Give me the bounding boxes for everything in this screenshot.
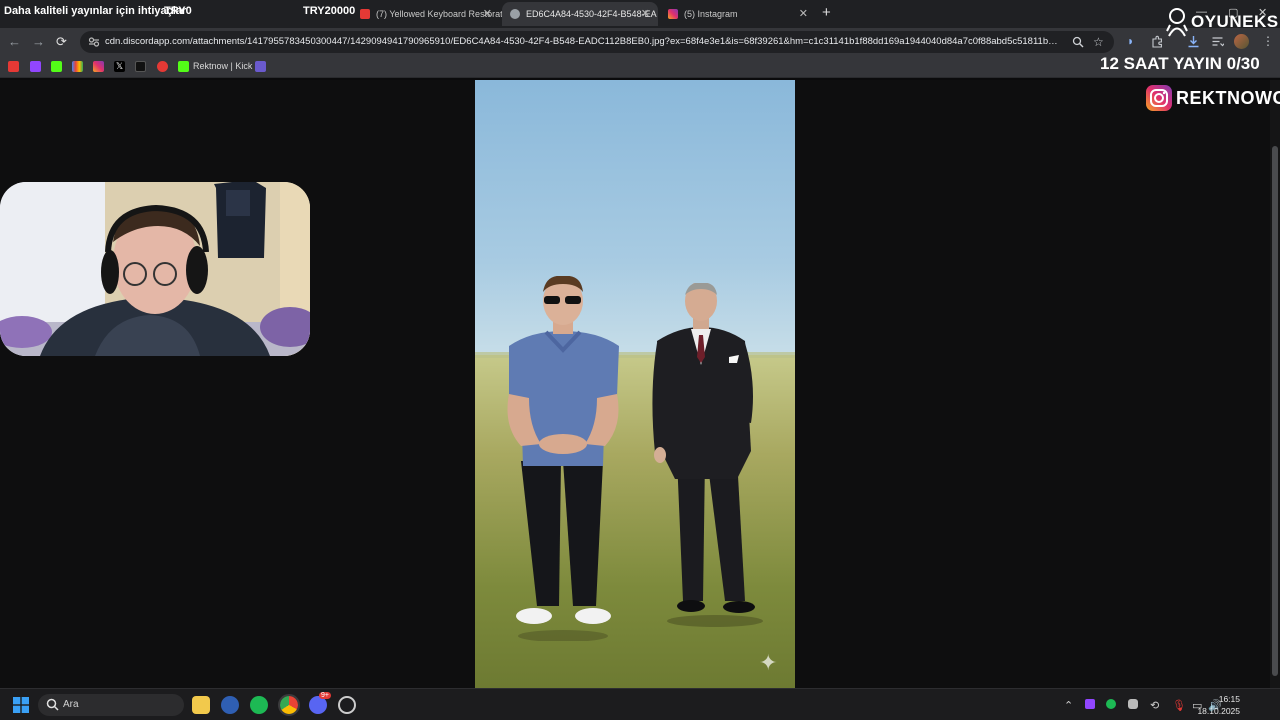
tab-image[interactable]: ED6C4A84-4530-42F4-B548-EA ✕: [502, 2, 658, 26]
windows-taskbar: Ara 9+ ⌃ ⟲ 🎙 ▭ 🔊 16:15 18.10.2025: [0, 688, 1280, 720]
overlay-ticker-amount: TRY0: [164, 5, 192, 17]
screen: { "overlay": { "ticker_1": "Daha kalitel…: [0, 0, 1280, 720]
zoom-icon[interactable]: [1072, 36, 1084, 48]
brand-name: OYUNEKS: [1191, 12, 1279, 31]
cast-icon[interactable]: ◗: [1127, 34, 1134, 48]
instagram-icon: [668, 9, 678, 19]
bookmark-rektnow-kick[interactable]: Rektnow | Kick: [193, 61, 252, 71]
file-explorer-icon[interactable]: [192, 696, 210, 714]
back-button[interactable]: ←: [8, 34, 21, 49]
youtube-icon[interactable]: [8, 61, 19, 72]
twitch-tray-icon[interactable]: [1085, 699, 1095, 709]
scrollbar[interactable]: [1270, 80, 1280, 688]
x-icon[interactable]: 𝕏: [114, 61, 125, 72]
purple-app-icon[interactable]: [255, 61, 266, 72]
tray-overflow-icon[interactable]: ⌃: [1064, 699, 1073, 712]
sparkle-icon: ✦: [759, 650, 778, 675]
overlay-ticker-goal: TRY20000: [303, 5, 356, 17]
youtube-icon: [360, 9, 370, 19]
extensions-icon[interactable]: [1151, 35, 1164, 48]
site-info-icon[interactable]: [88, 36, 100, 48]
tab-instagram[interactable]: (5) Instagram ✕: [660, 2, 816, 26]
discord-tray-icon[interactable]: [1128, 699, 1138, 709]
person-black-suit: [652, 283, 763, 627]
instagram-icon: [1146, 85, 1172, 111]
oyuneks-logo: OYUNEKS: [1166, 7, 1279, 37]
person-polo-shirt: [507, 276, 619, 641]
spotify-icon[interactable]: [250, 696, 268, 714]
chrome-icon[interactable]: [278, 694, 300, 716]
search-placeholder: Ara: [63, 699, 79, 710]
kick-icon[interactable]: [51, 61, 62, 72]
red-app-icon[interactable]: [157, 61, 168, 72]
tiktok-icon[interactable]: [135, 61, 146, 72]
scrollbar-thumb[interactable]: [1272, 146, 1278, 676]
close-icon[interactable]: ✕: [641, 7, 650, 20]
close-icon[interactable]: ✕: [799, 7, 808, 20]
stream-counter: 12 SAAT YAYIN 0/30: [1100, 54, 1260, 73]
settings-app-icon[interactable]: [221, 696, 239, 714]
address-bar[interactable]: cdn.discordapp.com/attachments/141795578…: [80, 31, 1114, 53]
reload-button[interactable]: ⟳: [56, 34, 67, 50]
clock-date[interactable]: 18.10.2025: [1180, 706, 1240, 716]
instagram-icon[interactable]: [93, 61, 104, 72]
tab-label: ED6C4A84-4530-42F4-B548-EA: [526, 9, 657, 19]
sync-icon[interactable]: ⟲: [1150, 699, 1159, 712]
taskbar-search[interactable]: Ara: [38, 694, 184, 716]
overlay-ticker-text: Daha kaliteli yayınlar için ihtiyaçlar: [4, 5, 187, 17]
notification-badge: 9+: [319, 692, 331, 699]
windows-start-icon[interactable]: [13, 697, 29, 713]
forward-button[interactable]: →: [32, 34, 45, 49]
mascot-icon: [1166, 8, 1188, 37]
tab-youtube[interactable]: (7) Yellowed Keyboard Restorat ✕: [352, 2, 503, 26]
spotify-tray-icon[interactable]: [1106, 699, 1116, 709]
kick-icon[interactable]: [178, 61, 189, 72]
gmail-icon[interactable]: [72, 61, 83, 72]
bookmarks-bar: 𝕏 Rektnow | Kick: [0, 56, 1280, 78]
webcam-feed: [0, 182, 310, 356]
twitch-icon[interactable]: [30, 61, 41, 72]
clock-time[interactable]: 16:15: [1180, 694, 1240, 704]
webcam-overlay: [0, 182, 310, 356]
instagram-handle: REKTNOWGI: [1176, 88, 1280, 108]
new-tab-button[interactable]: +: [822, 4, 831, 21]
globe-icon: [510, 9, 520, 19]
displayed-image[interactable]: ✦: [475, 80, 795, 688]
tab-strip: Daha kaliteli yayınlar için ihtiyaçlar T…: [0, 0, 1280, 28]
obs-icon[interactable]: [338, 696, 356, 714]
url-text[interactable]: cdn.discordapp.com/attachments/141795578…: [105, 36, 1060, 47]
tab-label: (5) Instagram: [684, 9, 738, 19]
bookmark-star-icon[interactable]: ☆: [1093, 35, 1104, 49]
close-icon[interactable]: ✕: [483, 7, 492, 20]
search-icon: [46, 698, 59, 711]
browser-toolbar: ← → ⟳ cdn.discordapp.com/attachments/141…: [0, 28, 1280, 56]
